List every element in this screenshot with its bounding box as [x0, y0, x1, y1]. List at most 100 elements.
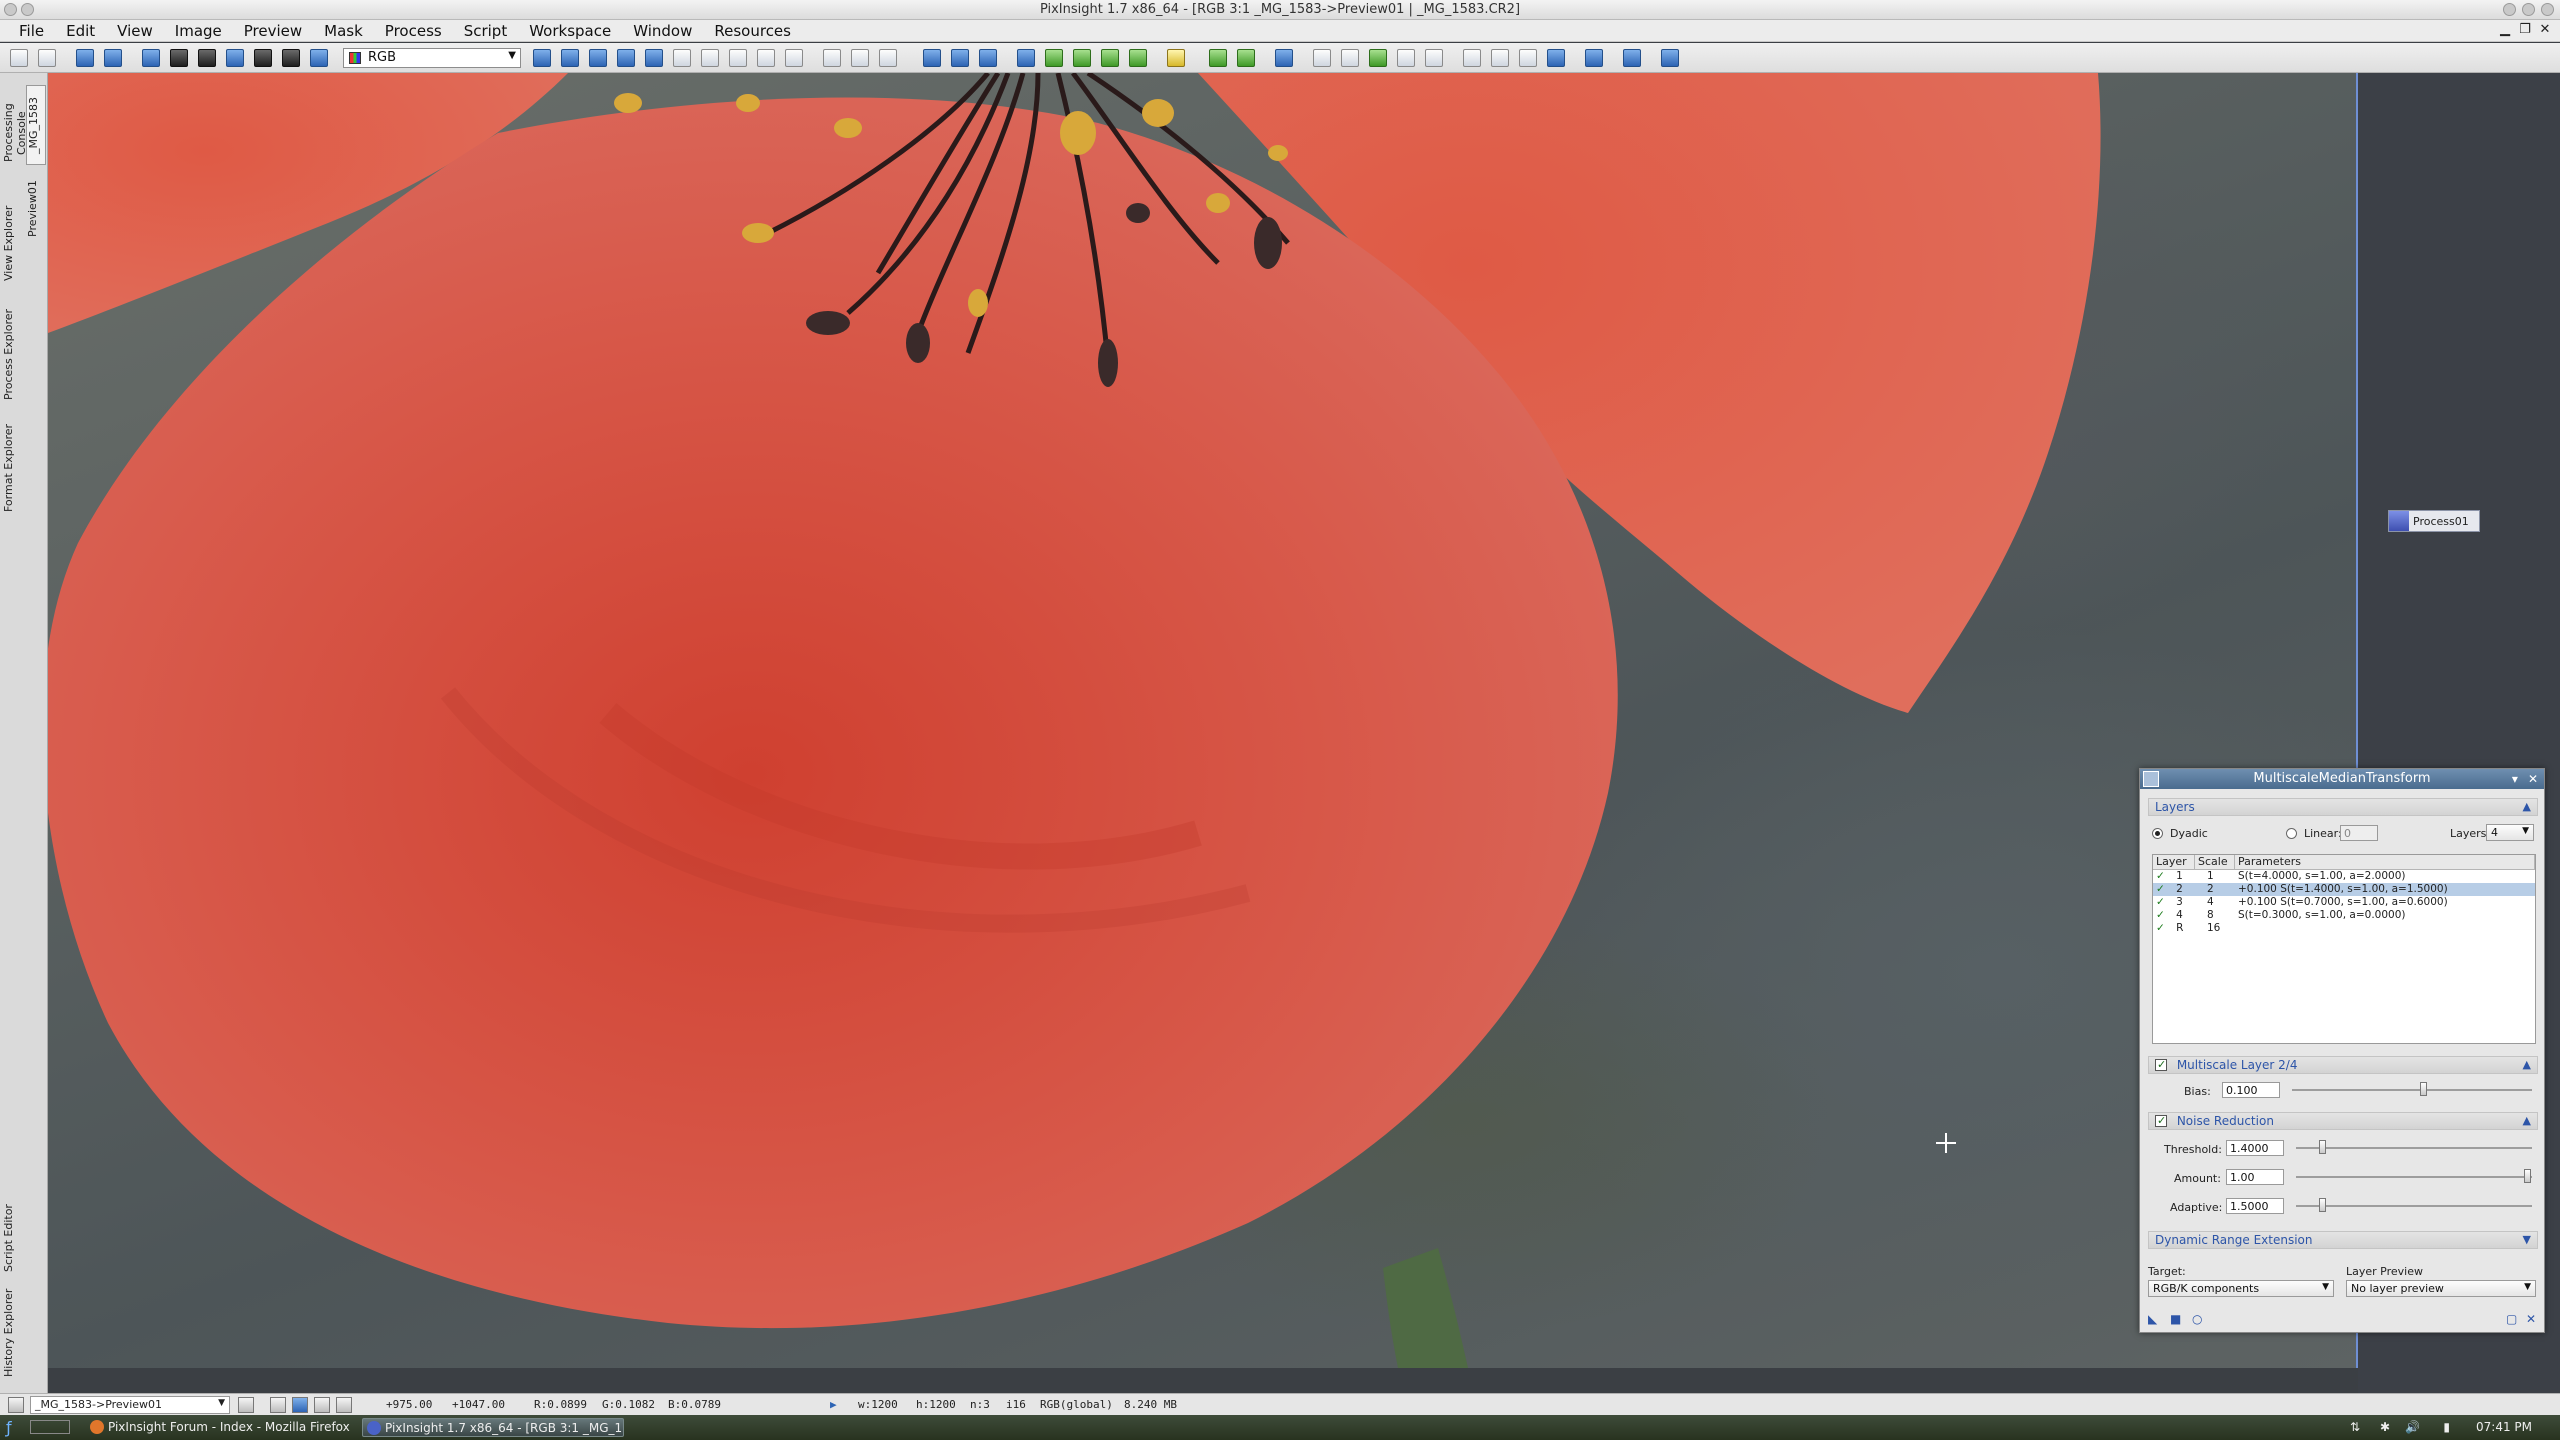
highlight-icon[interactable]	[1167, 49, 1185, 67]
mdi-minimize-icon[interactable]: ▁	[2498, 23, 2512, 37]
show-mask-icon[interactable]	[1017, 49, 1035, 67]
workspace-2-icon[interactable]	[1623, 49, 1641, 67]
process-icon-process01[interactable]: Process01	[2388, 510, 2480, 532]
collapse-icon[interactable]: ▲	[2523, 1113, 2531, 1129]
layers-table[interactable]: Layer Scale Parameters ✓ 1 1 S(t=4.0000, s…	[2152, 854, 2536, 1044]
show-desktop-icon[interactable]	[30, 1420, 70, 1434]
menu-script[interactable]: Script	[453, 22, 519, 40]
dre-section-header[interactable]: Dynamic Range Extension ▼	[2148, 1231, 2538, 1249]
menu-process[interactable]: Process	[374, 22, 453, 40]
collapse-icon[interactable]: ▲	[2523, 799, 2531, 815]
expand-icon[interactable]: ▼	[2523, 1232, 2531, 1248]
new-instance-icon[interactable]: ◣	[2148, 1312, 2157, 1326]
bias-slider[interactable]	[2419, 1082, 2427, 1096]
amount-slider[interactable]	[2524, 1169, 2531, 1183]
workspace-3-icon[interactable]	[1661, 49, 1679, 67]
layer-enabled-checkbox[interactable]: ✓	[2156, 922, 2165, 934]
taskbar-firefox[interactable]: PixInsight Forum - Index - Mozilla Firef…	[86, 1418, 350, 1437]
zoom-to-fit-icon[interactable]	[589, 49, 607, 67]
close-image-icon[interactable]	[226, 49, 244, 67]
channel-select[interactable]: RGB ▼	[343, 48, 521, 68]
taskbar-pixinsight[interactable]: PixInsight 1.7 x86_64 - [RGB 3:1 _MG_1	[362, 1418, 624, 1437]
collapse-icon[interactable]: ▲	[2523, 1057, 2531, 1073]
volume-icon[interactable]: 🔊	[2405, 1420, 2420, 1434]
redo-icon[interactable]	[38, 49, 56, 67]
shade-dialog-icon[interactable]: ▾	[2512, 769, 2518, 789]
close-dialog-icon[interactable]: ✕	[2528, 769, 2538, 789]
channel-rgb-icon[interactable]	[292, 1397, 308, 1413]
linear-radio[interactable]	[2286, 828, 2297, 839]
minimize-window-icon[interactable]	[2503, 3, 2516, 16]
center-view-icon[interactable]	[645, 49, 663, 67]
multiscale-layer-section-header[interactable]: Multiscale Layer 2/4 ▲	[2148, 1056, 2538, 1074]
channel-blue-icon[interactable]	[336, 1397, 352, 1413]
menu-workspace[interactable]: Workspace	[518, 22, 622, 40]
tab-processing-console[interactable]: Processing Console	[2, 77, 28, 189]
menu-mask[interactable]: Mask	[313, 22, 374, 40]
apply-global-icon[interactable]: ■	[2170, 1312, 2181, 1326]
edit-preview-icon[interactable]	[951, 49, 969, 67]
zoom-out-icon[interactable]	[785, 49, 803, 67]
menu-window[interactable]: Window	[622, 22, 703, 40]
channel-red-icon[interactable]	[270, 1397, 286, 1413]
window-cascade-icon[interactable]	[1341, 49, 1359, 67]
window-arrange-icon[interactable]	[1369, 49, 1387, 67]
threshold-field[interactable]: 1.4000	[2226, 1140, 2284, 1156]
pan-mode-icon[interactable]	[823, 49, 841, 67]
table-row[interactable]: ✓ 4 8 S(t=0.3000, s=1.00, a=0.0000)	[2153, 909, 2535, 922]
enable-mask-icon[interactable]	[1045, 49, 1063, 67]
open-file-icon[interactable]	[142, 49, 160, 67]
channel-green-icon[interactable]	[314, 1397, 330, 1413]
layers-count-select[interactable]: 4 ▼	[2486, 824, 2534, 841]
save-icon[interactable]	[170, 49, 188, 67]
zoom-in-icon[interactable]	[757, 49, 775, 67]
battery-icon[interactable]: ▮	[2443, 1420, 2450, 1434]
noise-reduction-checkbox[interactable]	[2155, 1113, 2167, 1129]
noise-reduction-section-header[interactable]: Noise Reduction ▲	[2148, 1112, 2538, 1130]
print-icon[interactable]	[198, 49, 216, 67]
new-preview-icon[interactable]	[923, 49, 941, 67]
bluetooth-icon[interactable]: ✱	[2380, 1420, 2390, 1434]
readout-mode-icon[interactable]	[879, 49, 897, 67]
reset-icon[interactable]: ✕	[2526, 1312, 2536, 1326]
table-row[interactable]: ✓ R 16	[2153, 922, 2535, 935]
window-tile-icon[interactable]	[1313, 49, 1331, 67]
window-iconize-icon[interactable]	[1397, 49, 1415, 67]
network-icon[interactable]: ⇅	[2350, 1420, 2360, 1434]
layer-enabled-checkbox[interactable]: ✓	[2156, 870, 2165, 882]
layer-preview-select[interactable]: No layer preview ▼	[2346, 1280, 2536, 1297]
delete-preview-icon[interactable]	[979, 49, 997, 67]
menu-edit[interactable]: Edit	[55, 22, 106, 40]
view-select[interactable]: _MG_1583->Preview01 ▼	[30, 1396, 230, 1414]
maximize-window-icon[interactable]	[2522, 3, 2535, 16]
remove-mask-icon[interactable]	[1129, 49, 1147, 67]
zoom-mode-icon[interactable]	[851, 49, 869, 67]
table-row[interactable]: ✓ 3 4 +0.100 S(t=0.7000, s=1.00, a=0.6000)	[2153, 896, 2535, 909]
menu-preview[interactable]: Preview	[233, 22, 313, 40]
tab-process-explorer[interactable]: Process Explorer	[2, 299, 22, 409]
layers-section-header[interactable]: Layers ▲	[2148, 798, 2538, 816]
fullscreen-icon[interactable]	[1547, 49, 1565, 67]
tab-document[interactable]: _MG_1583	[26, 85, 46, 165]
layer-enabled-checkbox[interactable]: ✓	[2156, 909, 2165, 921]
cursor-mode-icon[interactable]	[533, 49, 551, 67]
zoom-1-1-icon[interactable]	[617, 49, 635, 67]
next-view-icon[interactable]	[1237, 49, 1255, 67]
previous-view-icon[interactable]	[1209, 49, 1227, 67]
window-restore-icon[interactable]	[1425, 49, 1443, 67]
adaptive-field[interactable]: 1.5000	[2226, 1198, 2284, 1214]
mmt-title-bar[interactable]: MultiscaleMedianTransform ▾ ✕	[2140, 769, 2544, 789]
tab-format-explorer[interactable]: Format Explorer	[2, 413, 22, 523]
close-window-icon[interactable]	[2541, 3, 2554, 16]
menu-image[interactable]: Image	[164, 22, 233, 40]
tab-preview01[interactable]: Preview01	[26, 169, 46, 249]
pan-icon[interactable]	[701, 49, 719, 67]
adaptive-slider[interactable]	[2318, 1198, 2326, 1212]
linear-spinbox[interactable]: 0	[2340, 825, 2378, 841]
image-icons-icon[interactable]	[1491, 49, 1509, 67]
target-select[interactable]: RGB/K components ▼	[2148, 1280, 2334, 1297]
stf-icon[interactable]	[282, 49, 300, 67]
new-image-icon[interactable]	[76, 49, 94, 67]
menu-file[interactable]: File	[8, 22, 55, 40]
tab-view-explorer[interactable]: View Explorer	[2, 193, 22, 293]
